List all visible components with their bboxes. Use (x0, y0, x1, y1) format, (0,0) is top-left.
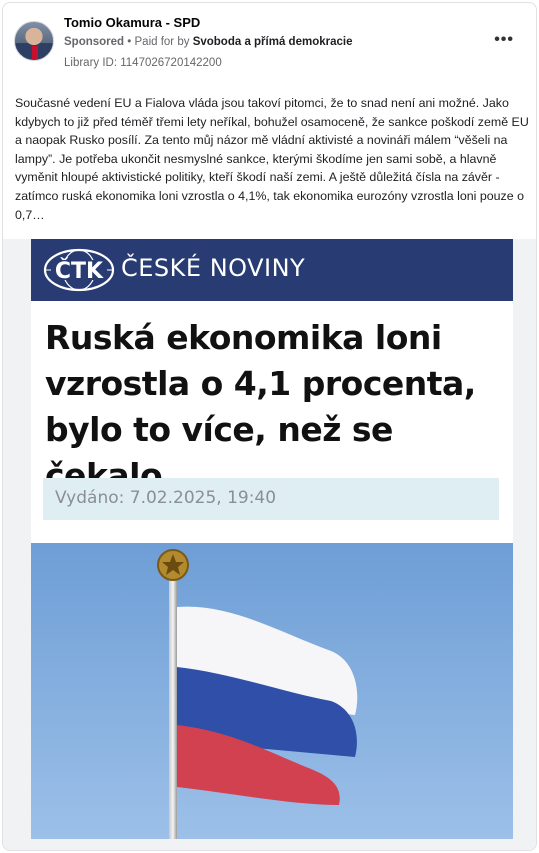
avatar-detail (32, 46, 38, 60)
headline-line: vzrostla o 4,1 procenta, (45, 364, 476, 403)
post-body-text: Současné vedení EU a Fialova vláda jsou … (15, 96, 529, 222)
post-header: Tomio Okamura - SPD Sponsored • Paid for… (3, 3, 536, 81)
payer-name[interactable]: Svoboda a přímá demokracie (193, 36, 353, 48)
page-name[interactable]: Tomio Okamura - SPD (64, 15, 200, 30)
published-date: Vydáno: 7.02.2025, 19:40 (55, 488, 277, 508)
russian-flag-photo (31, 543, 513, 839)
ctk-globe-logo: ČTK (43, 248, 115, 292)
separator-dot: • (127, 36, 132, 48)
ad-creative[interactable]: ČTK ČESKÉ NOVINY Ruská ekonomika loni vz… (3, 239, 536, 850)
article-headline: Ruská ekonomika loni vzrostla o 4,1 proc… (45, 315, 505, 499)
sponsored-label: Sponsored (64, 36, 125, 48)
news-screenshot: ČTK ČESKÉ NOVINY Ruská ekonomika loni vz… (31, 239, 513, 839)
library-id: Library ID: 1147026720142200 (64, 57, 222, 69)
page-avatar[interactable] (14, 21, 54, 61)
paid-for-prefix: Paid for by (134, 36, 190, 48)
headline-line: Ruská ekonomika loni (45, 318, 442, 357)
sponsored-line: Sponsored • Paid for by Svoboda a přímá … (64, 36, 352, 48)
more-options-icon[interactable]: ••• (494, 31, 514, 49)
news-banner: ČTK ČESKÉ NOVINY (31, 239, 513, 301)
published-box: Vydáno: 7.02.2025, 19:40 (43, 478, 499, 520)
brand-name: ČESKÉ NOVINY (121, 254, 306, 282)
ctk-logo-text: ČTK (55, 258, 104, 284)
sponsored-post-card: Tomio Okamura - SPD Sponsored • Paid for… (2, 2, 537, 851)
flag-pole (169, 577, 177, 839)
